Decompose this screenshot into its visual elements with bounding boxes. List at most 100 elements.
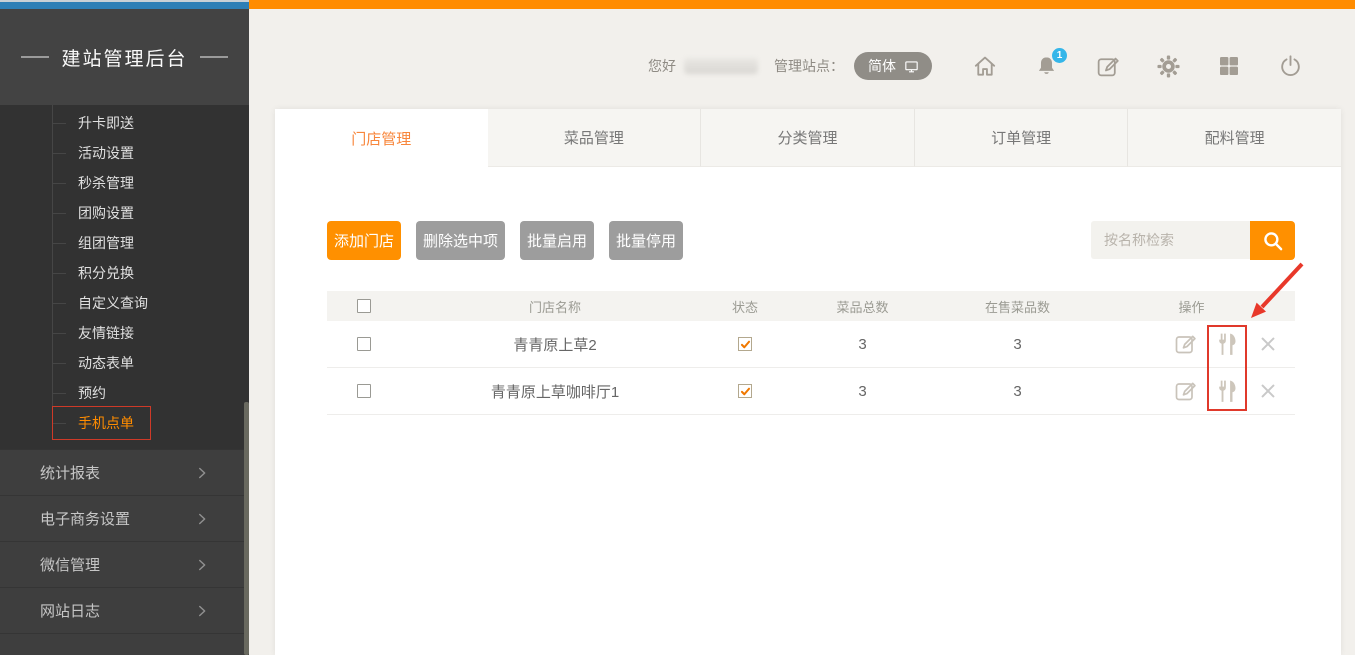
status-checkbox-checked[interactable] — [738, 384, 752, 398]
tree-tick — [52, 123, 66, 124]
sidebar-submenu-item[interactable]: 团购设置 — [0, 198, 249, 228]
sidebar-item-label: 组团管理 — [78, 233, 134, 253]
search-button[interactable] — [1250, 221, 1295, 260]
language-pill-label: 简体 — [868, 56, 896, 76]
sidebar-section-item[interactable]: 统计报表 — [0, 450, 249, 496]
dishes-fork-knife-icon[interactable] — [1214, 378, 1241, 405]
header-icons: 1 — [972, 53, 1303, 79]
table-body: 青青原上草2 3 3 — [327, 321, 1295, 415]
store-name: 青青原上草2 — [400, 334, 710, 355]
sidebar-item-label: 动态表单 — [78, 353, 134, 373]
sidebar-section-item[interactable]: 网站日志 — [0, 588, 249, 634]
monitor-icon — [903, 58, 920, 75]
tab[interactable]: 分类管理 — [700, 109, 914, 167]
sidebar-item-label: 活动设置 — [78, 143, 134, 163]
toolbar-button[interactable]: 删除选中项 — [416, 221, 505, 260]
apps-grid-icon[interactable] — [1216, 53, 1242, 79]
column-header-onsale: 在售菜品数 — [945, 297, 1090, 316]
tab[interactable]: 订单管理 — [914, 109, 1128, 167]
sidebar-top-strip — [0, 0, 249, 9]
language-pill[interactable]: 简体 — [854, 52, 932, 80]
toolbar-button[interactable]: 添加门店 — [327, 221, 401, 260]
tree-tick — [52, 303, 66, 304]
tab[interactable]: 配料管理 — [1127, 109, 1341, 167]
notification-badge: 1 — [1052, 48, 1067, 63]
column-header-name: 门店名称 — [400, 297, 710, 316]
sidebar-submenu-item[interactable]: 秒杀管理 — [0, 168, 249, 198]
stores-table: 门店名称 状态 菜品总数 在售菜品数 操作 青青原上草2 — [327, 291, 1295, 415]
dish-onsale: 3 — [945, 336, 1090, 353]
sidebar-item-label: 手机点单 — [78, 413, 134, 433]
toolbar: 添加门店 删除选中项 批量启用 批量停用 — [327, 221, 1295, 260]
select-all-checkbox[interactable] — [357, 299, 371, 313]
home-icon[interactable] — [972, 53, 998, 79]
settings-gear-icon[interactable] — [1155, 53, 1181, 79]
store-name: 青青原上草咖啡厅1 — [400, 381, 710, 402]
chevron-right-icon — [193, 510, 211, 528]
app-title: 建站管理后台 — [61, 44, 187, 71]
sidebar-item-label: 积分兑换 — [78, 263, 134, 283]
site-label: 管理站点： — [774, 56, 844, 76]
toolbar-buttons: 添加门店 删除选中项 批量启用 批量停用 — [327, 221, 683, 260]
dish-total: 3 — [780, 336, 945, 353]
main-area: 您好 管理站点： 简体 1 — [249, 0, 1355, 655]
redacted-username — [684, 58, 758, 74]
sidebar-submenu: 升卡即送 活动设置 秒杀管理 团购设置 组团管理 — [0, 105, 249, 449]
main-top-strip — [249, 0, 1355, 9]
sidebar-submenu-item[interactable]: 自定义查询 — [0, 288, 249, 318]
edit-store-icon[interactable] — [1173, 332, 1197, 356]
sidebar-submenu-item[interactable]: 升卡即送 — [0, 108, 249, 138]
edit-compose-icon[interactable] — [1094, 53, 1120, 79]
tree-tick — [52, 273, 66, 274]
column-header-status: 状态 — [710, 297, 780, 316]
check-icon — [740, 339, 751, 350]
sidebar-section-label: 电子商务设置 — [40, 508, 130, 529]
sidebar-submenu-item[interactable]: 组团管理 — [0, 228, 249, 258]
tab-label: 菜品管理 — [564, 127, 624, 148]
row-checkbox[interactable] — [357, 337, 371, 351]
toolbar-button[interactable]: 批量启用 — [520, 221, 594, 260]
tab[interactable]: 菜品管理 — [488, 109, 701, 167]
table-header-row: 门店名称 状态 菜品总数 在售菜品数 操作 — [327, 291, 1295, 321]
sidebar-item-label: 预约 — [78, 383, 106, 403]
sidebar-section-item[interactable]: 微信管理 — [0, 542, 249, 588]
tree-tick — [52, 393, 66, 394]
sidebar-sections: 统计报表 电子商务设置 微信管理 网站日志 — [0, 449, 249, 655]
sidebar-item-label: 自定义查询 — [78, 293, 148, 313]
sidebar-item-label: 秒杀管理 — [78, 173, 134, 193]
chevron-right-icon — [193, 556, 211, 574]
table-row: 青青原上草2 3 3 — [327, 321, 1295, 368]
check-icon — [740, 386, 751, 397]
edit-store-icon[interactable] — [1173, 379, 1197, 403]
sidebar-item-label: 团购设置 — [78, 203, 134, 223]
sidebar-submenu-item[interactable]: 手机点单 — [0, 408, 249, 438]
toolbar-button[interactable]: 批量停用 — [609, 221, 683, 260]
tree-tick — [52, 363, 66, 364]
search-input[interactable] — [1091, 221, 1250, 259]
status-checkbox-checked[interactable] — [738, 337, 752, 351]
tab-label: 配料管理 — [1205, 127, 1265, 148]
sidebar-header: 建站管理后台 — [0, 9, 249, 105]
dishes-fork-knife-icon[interactable] — [1214, 331, 1241, 358]
delete-x-icon[interactable] — [1258, 334, 1278, 354]
tree-tick — [52, 153, 66, 154]
notifications-bell-icon[interactable]: 1 — [1033, 53, 1059, 79]
tree-tick — [52, 213, 66, 214]
power-logout-icon[interactable] — [1277, 53, 1303, 79]
tab[interactable]: 门店管理 — [275, 109, 488, 167]
sidebar-section-label: 统计报表 — [40, 462, 100, 483]
chevron-right-icon — [193, 464, 211, 482]
tab-label: 订单管理 — [991, 127, 1051, 148]
tree-tick — [52, 183, 66, 184]
delete-x-icon[interactable] — [1258, 381, 1278, 401]
sidebar-submenu-item[interactable]: 动态表单 — [0, 348, 249, 378]
row-checkbox[interactable] — [357, 384, 371, 398]
sidebar: 建站管理后台 升卡即送 活动设置 秒杀管理 团购设置 — [0, 0, 249, 655]
sidebar-submenu-item[interactable]: 积分兑换 — [0, 258, 249, 288]
tree-tick — [52, 243, 66, 244]
sidebar-submenu-item[interactable]: 友情链接 — [0, 318, 249, 348]
search-group — [1091, 221, 1295, 260]
sidebar-section-item[interactable]: 电子商务设置 — [0, 496, 249, 542]
sidebar-submenu-item[interactable]: 活动设置 — [0, 138, 249, 168]
sidebar-submenu-item[interactable]: 预约 — [0, 378, 249, 408]
